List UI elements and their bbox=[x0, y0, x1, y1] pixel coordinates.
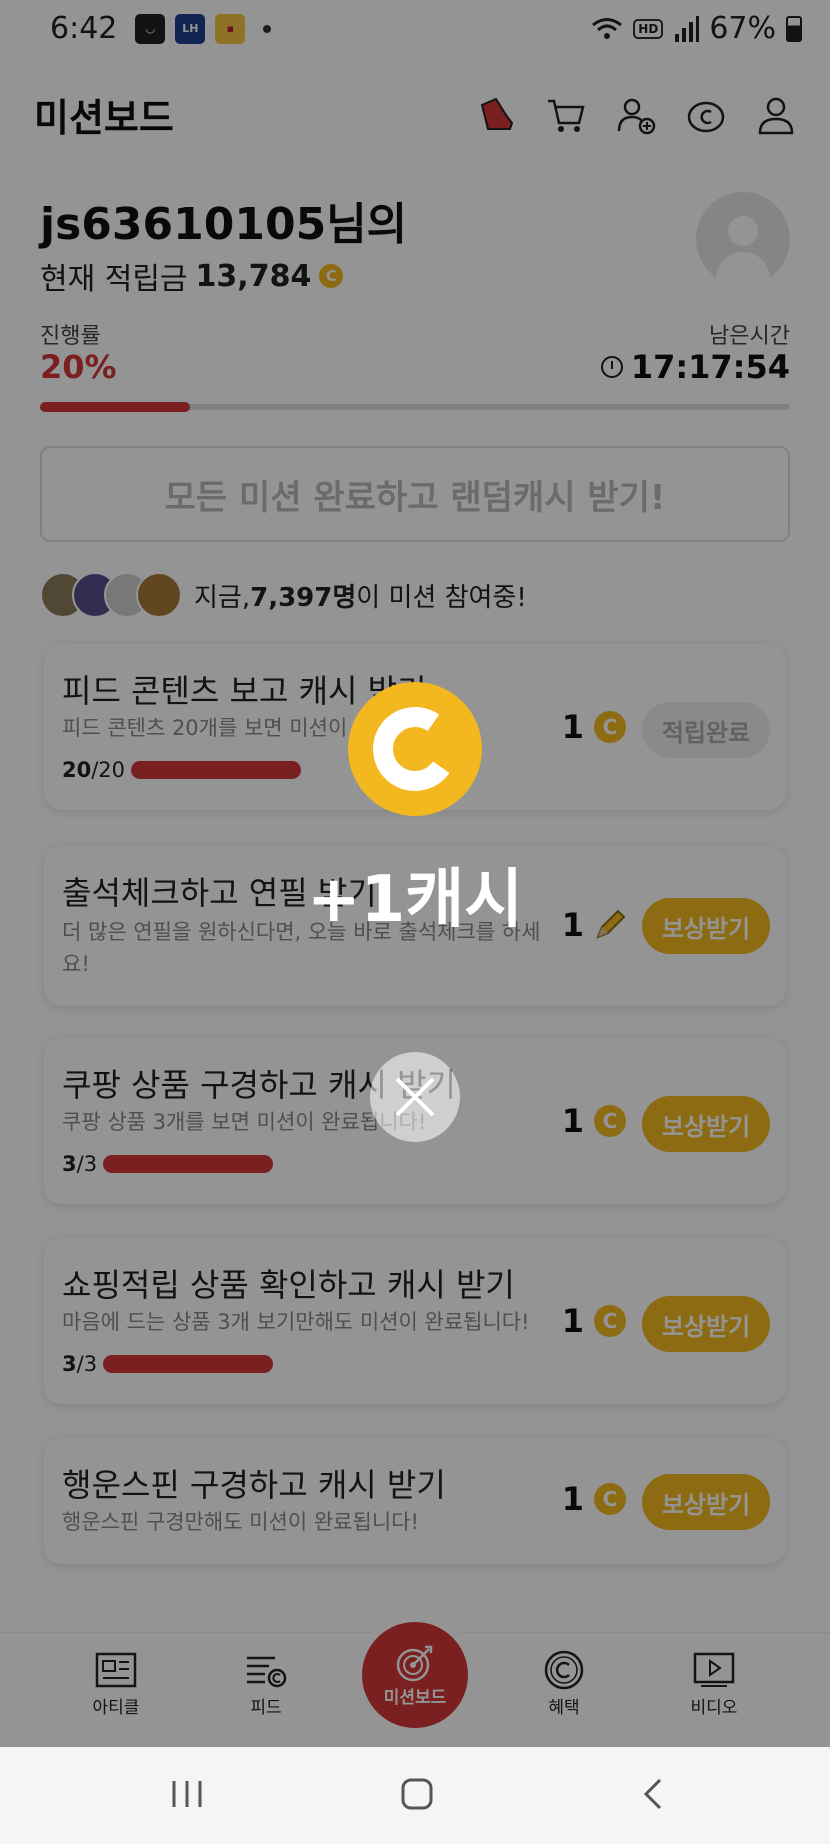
cash-coin-icon bbox=[348, 682, 482, 816]
close-icon bbox=[395, 1077, 435, 1117]
home-icon[interactable] bbox=[400, 1777, 434, 1811]
reward-message: +1캐시 bbox=[307, 863, 523, 937]
close-overlay-button[interactable] bbox=[370, 1052, 460, 1142]
back-icon[interactable] bbox=[636, 1777, 670, 1811]
system-nav-bar bbox=[0, 1747, 830, 1844]
recent-apps-icon[interactable] bbox=[170, 1777, 204, 1811]
